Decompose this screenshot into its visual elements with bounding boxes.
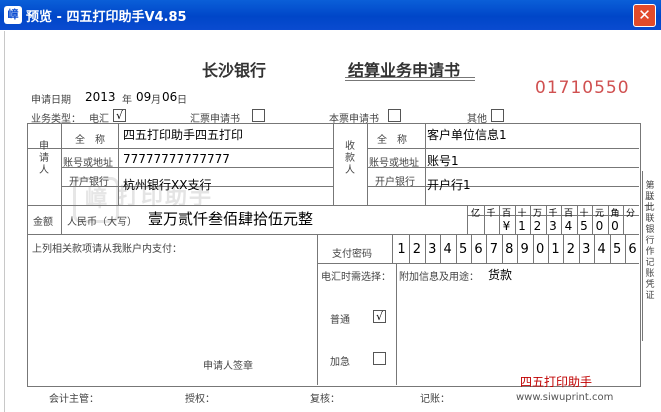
remit-checkbox[interactable]: √ <box>113 109 126 122</box>
payee-name-label: 全 称 <box>377 135 407 146</box>
date-year: 2013 <box>85 90 116 104</box>
pay-password-digit: 8 <box>505 242 514 257</box>
amount-digit: 3 <box>549 219 557 233</box>
window-title: 预览 - 四五打印助手V4.85 <box>26 10 187 25</box>
form-preview: 长沙银行 结算业务申请书 01710550 申请日期 2013 年 09 月 0… <box>4 31 658 412</box>
digit-header: 十 <box>579 209 589 219</box>
payee-name: 客户单位信息1 <box>427 128 507 142</box>
normal-label: 普通 <box>330 315 350 326</box>
accountant-label: 会计主管： <box>49 394 99 405</box>
close-button[interactable]: ✕ <box>633 4 656 27</box>
payee-bank-label: 开户银行 <box>375 177 415 188</box>
digit-header: 十 <box>517 209 527 219</box>
digit-header: 元 <box>594 209 604 219</box>
payee-account: 账号1 <box>427 154 459 168</box>
pay-password-digit: 5 <box>612 242 622 257</box>
applicant-account: 77777777777777 <box>123 152 230 166</box>
cashier-checkbox[interactable] <box>388 109 401 122</box>
bank-name: 长沙银行 <box>202 61 267 80</box>
pay-password-digit: 1 <box>551 242 560 257</box>
brand-url: www.siwuprint.com <box>516 392 614 403</box>
amount-digit: 1 <box>518 219 526 233</box>
amount-digit: 2 <box>533 219 542 233</box>
pay-password-label: 支付密码 <box>332 249 372 260</box>
pay-password-digit: 9 <box>520 242 529 257</box>
payee-bank: 开户行1 <box>427 178 471 192</box>
payee-side-label: 收款人 <box>345 141 355 176</box>
applicant-bank: 杭州银行XX支行 <box>123 178 212 192</box>
digit-header: 角 <box>610 209 620 219</box>
day-unit: 日 <box>177 95 187 106</box>
title-bar: 嶂 预览 - 四五打印助手V4.85 ✕ <box>0 0 661 30</box>
pay-password-digit: 6 <box>628 242 637 257</box>
digit-header: 千 <box>486 209 496 219</box>
pay-password-digit: 3 <box>582 242 591 257</box>
pay-password-digit: 4 <box>443 242 452 257</box>
pay-password-digit: 0 <box>535 242 545 257</box>
applicant-side-label: 申请人 <box>39 141 49 176</box>
applicant-name: 四五打印助手四五打印 <box>123 128 244 142</box>
extra-info-value: 货款 <box>488 268 513 282</box>
urgent-label: 加急 <box>330 357 350 368</box>
digit-header: 百 <box>501 209 511 219</box>
app-icon: 嶂 <box>4 6 22 24</box>
urgent-checkbox[interactable] <box>373 352 386 365</box>
date-label: 申请日期 <box>31 95 71 106</box>
digit-header: 亿 <box>470 209 480 219</box>
amount-digit: 0 <box>611 219 619 233</box>
extra-info-label: 附加信息及用途： <box>399 272 479 283</box>
pay-password-digit: 2 <box>412 242 422 257</box>
pay-password-digit: 2 <box>566 242 576 257</box>
serial-number: 01710550 <box>535 78 630 98</box>
date-month: 09 <box>136 90 152 104</box>
stub-number: 二 <box>644 198 654 209</box>
amount-currency-label: 人民币（大写） <box>67 217 137 228</box>
pay-password-digit: 1 <box>397 242 406 257</box>
digit-header: 分 <box>625 209 635 219</box>
pay-password-digit: 3 <box>428 242 437 257</box>
draft-checkbox[interactable] <box>252 109 265 122</box>
pay-password-digit: 5 <box>458 242 468 257</box>
pay-password-digit: 7 <box>489 242 499 257</box>
applicant-account-label: 账号或地址 <box>63 158 113 169</box>
brand-name: 四五打印助手 <box>520 375 593 389</box>
amount-digit: 5 <box>580 219 588 233</box>
signature-label: 申请人签章 <box>203 361 253 372</box>
amount-digit: ¥ <box>502 219 511 233</box>
amount-digit: 4 <box>564 219 573 233</box>
pay-password-digit: 6 <box>474 242 483 257</box>
amount-digit: 0 <box>595 219 604 233</box>
authorize-label: 授权： <box>185 394 215 405</box>
normal-checkbox[interactable]: √ <box>373 310 386 323</box>
debit-note: 上列相关款项请从我账户内支付： <box>32 244 182 255</box>
applicant-name-label: 全 称 <box>75 135 105 146</box>
digit-header: 万 <box>532 209 542 219</box>
year-unit: 年 <box>122 95 132 106</box>
payee-account-label: 账号或地址 <box>369 158 419 169</box>
other-checkbox[interactable] <box>491 109 504 122</box>
date-day: 06 <box>162 90 178 104</box>
digit-header: 百 <box>563 209 573 219</box>
digit-header: 千 <box>548 209 558 219</box>
applicant-bank-label: 开户银行 <box>69 177 109 188</box>
record-label: 记账： <box>420 394 450 405</box>
month-unit: 月 <box>151 95 161 106</box>
review-label: 复核： <box>310 394 340 405</box>
amount-label: 金额 <box>33 217 53 228</box>
pay-password-digit: 4 <box>597 242 606 257</box>
amount-words: 壹万贰仟叁佰肆拾伍元整 <box>148 210 314 228</box>
time-select-label: 电汇时需选择： <box>321 272 391 283</box>
